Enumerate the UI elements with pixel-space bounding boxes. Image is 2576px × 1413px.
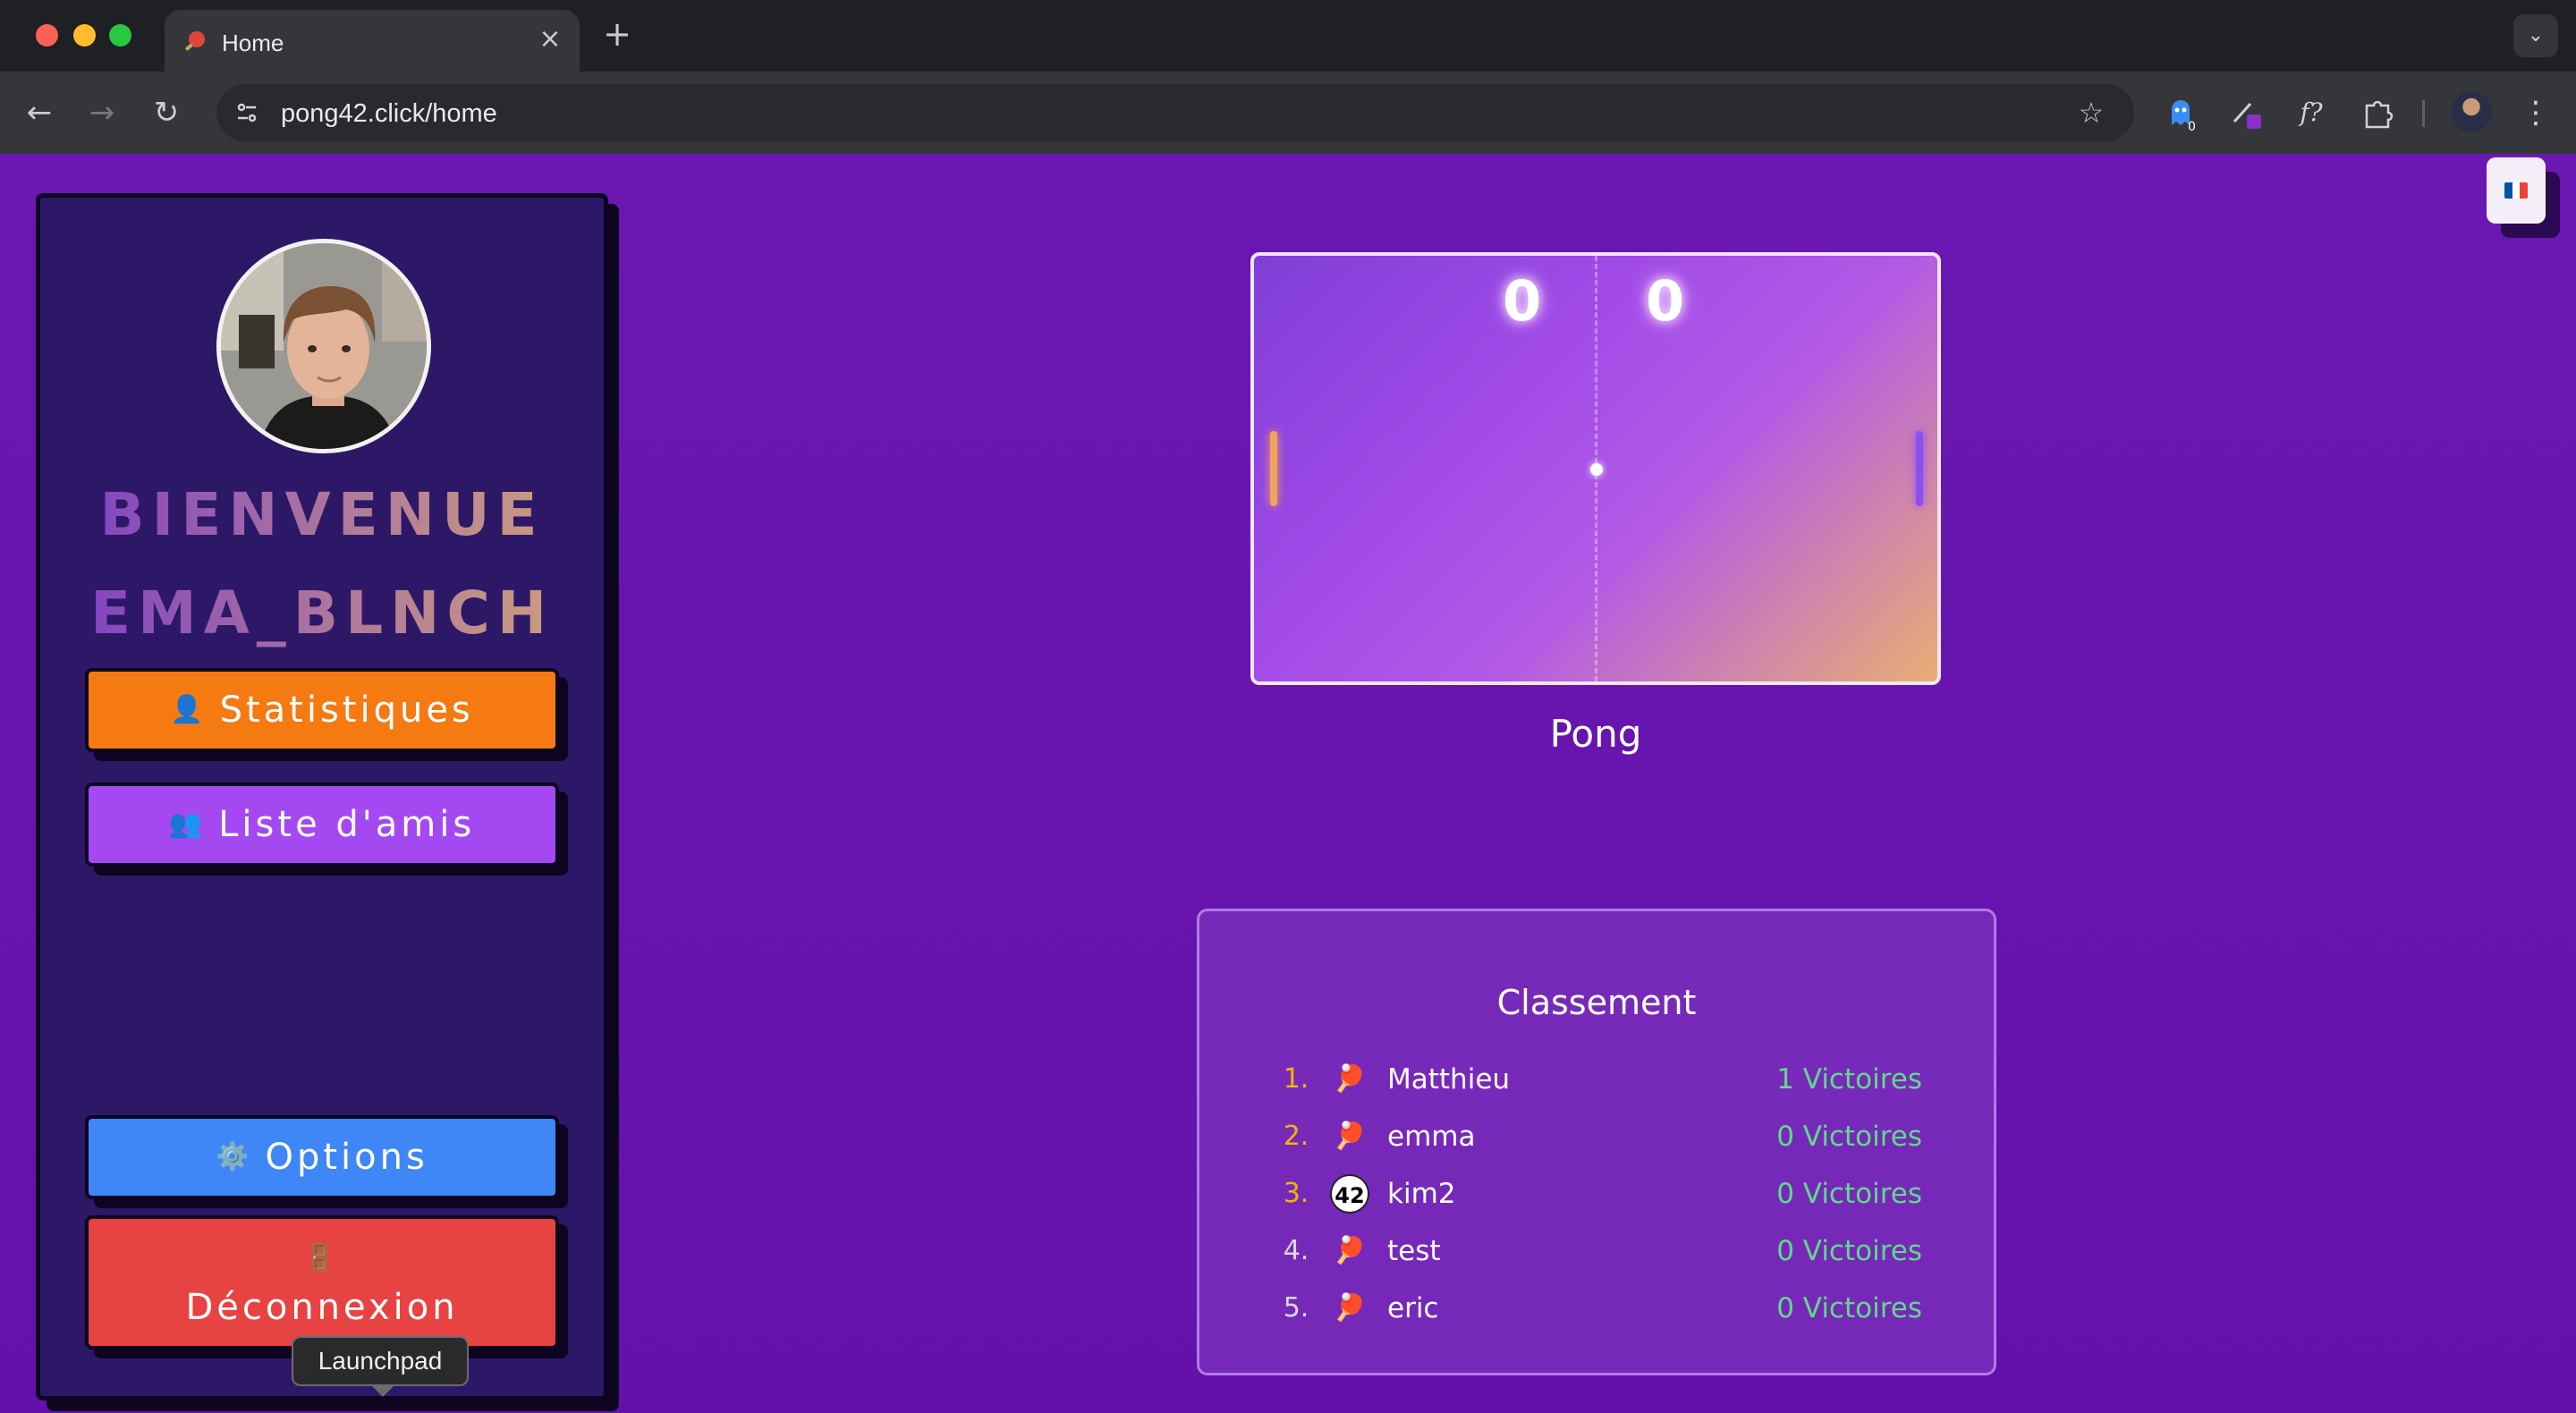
extensions-puzzle-icon[interactable] — [2358, 93, 2397, 132]
leaderboard-row[interactable]: 4. 🏓 test 0 Victoires — [1199, 1226, 1994, 1276]
leaderboard-row[interactable]: 2. 🏓 emma 0 Victoires — [1199, 1112, 1994, 1162]
pong-game-preview[interactable]: 0 0 — [1250, 252, 1941, 685]
leaderboard: Classement 1. 🏓 Matthieu 1 Victoires 2. … — [1197, 909, 1996, 1375]
forward-arrow-icon[interactable]: → — [82, 93, 122, 132]
browser-tab-home[interactable]: Home × — [165, 10, 580, 72]
options-button[interactable]: ⚙️ Options — [85, 1115, 559, 1199]
door-icon: 🚪 — [303, 1242, 341, 1273]
sidebar: BIENVENUE EMA_BLNCH 👤 Statistiques 👥 Liste… — [36, 193, 608, 1400]
font-finder-extension-icon[interactable]: f? — [2292, 93, 2331, 132]
tab-title: Home — [222, 30, 284, 56]
player-name: test — [1387, 1235, 1441, 1267]
player-wins: 0 Victoires — [1776, 1121, 1922, 1153]
users-icon: 👥 — [168, 808, 203, 840]
left-paddle — [1270, 431, 1277, 506]
ghost-extension-icon[interactable]: 0 — [2161, 93, 2200, 132]
right-paddle — [1916, 431, 1923, 506]
logout-button[interactable]: 🚪 Déconnexion — [85, 1215, 559, 1350]
statistics-button[interactable]: 👤 Statistiques — [85, 668, 559, 752]
player-name: Matthieu — [1387, 1063, 1511, 1096]
rank-number: 5. — [1283, 1292, 1309, 1324]
ping-pong-paddle-icon: 🏓 — [1333, 1292, 1367, 1324]
back-arrow-icon[interactable]: ← — [20, 93, 59, 132]
player-wins: 0 Victoires — [1776, 1292, 1922, 1324]
leaderboard-row[interactable]: 1. 🏓 Matthieu 1 Victoires — [1199, 1054, 1994, 1104]
bookmark-star-icon[interactable]: ☆ — [2072, 93, 2111, 132]
page-content: BIENVENUE EMA_BLNCH 👤 Statistiques 👥 Liste… — [0, 154, 2576, 1413]
browser-tab-bar: Home × + ⌄ — [0, 0, 2576, 72]
leaderboard-row[interactable]: 5. 🏓 eric 0 Victoires — [1199, 1283, 1994, 1333]
pong-game-label[interactable]: Pong — [1250, 712, 1941, 756]
french-flag-icon — [2504, 182, 2528, 199]
avatar-photo — [221, 243, 427, 449]
player-wins: 0 Victoires — [1776, 1178, 1922, 1210]
rank-number: 3. — [1283, 1178, 1309, 1209]
language-switch-button[interactable] — [2487, 157, 2546, 224]
toolbar-divider — [2422, 100, 2425, 127]
logout-label: Déconnexion — [185, 1287, 459, 1328]
user-icon: 👤 — [170, 694, 204, 725]
player-wins: 0 Victoires — [1776, 1235, 1922, 1267]
friends-list-label: Liste d'amis — [218, 804, 476, 845]
ping-pong-paddle-icon: 🏓 — [1333, 1235, 1367, 1266]
rank-number: 4. — [1283, 1235, 1309, 1266]
close-window-button[interactable] — [36, 24, 58, 47]
42-logo-icon: 42 — [1330, 1174, 1369, 1214]
score-right: 0 — [1646, 268, 1685, 334]
browser-toolbar: ← → ↻ pong42.click/home ☆ 0 f? ⋮ — [0, 72, 2576, 154]
profile-avatar-icon[interactable] — [2451, 91, 2492, 132]
minimize-window-button[interactable] — [73, 24, 96, 47]
leaderboard-title: Classement — [1496, 983, 1697, 1022]
zoom-window-button[interactable] — [109, 24, 131, 47]
tab-close-icon[interactable]: × — [535, 24, 565, 55]
leaderboard-row[interactable]: 3. 42 kim2 0 Victoires — [1199, 1169, 1994, 1219]
site-settings-icon[interactable] — [227, 93, 267, 132]
ping-pong-paddle-icon: 🏓 — [1333, 1121, 1367, 1152]
player-name: kim2 — [1387, 1178, 1456, 1210]
url-text: pong42.click/home — [281, 99, 497, 128]
tab-search-chevron-icon[interactable]: ⌄ — [2513, 14, 2558, 57]
username-heading: EMA_BLNCH — [40, 579, 604, 647]
rank-number: 2. — [1283, 1121, 1309, 1152]
ball — [1590, 463, 1603, 476]
score-left: 0 — [1503, 268, 1542, 334]
color-picker-extension-icon[interactable] — [2227, 93, 2267, 132]
user-avatar[interactable] — [216, 239, 431, 453]
welcome-heading: BIENVENUE — [40, 480, 604, 549]
gear-icon: ⚙️ — [216, 1141, 250, 1172]
rank-number: 1. — [1283, 1063, 1309, 1095]
player-wins: 1 Victoires — [1776, 1063, 1922, 1096]
new-tab-button[interactable]: + — [597, 14, 637, 54]
ping-pong-favicon-icon — [185, 31, 205, 51]
launchpad-tooltip: Launchpad — [292, 1336, 469, 1397]
player-name: eric — [1387, 1292, 1439, 1324]
more-options-icon[interactable]: ⋮ — [2521, 93, 2551, 132]
address-bar[interactable]: pong42.click/home ☆ — [216, 84, 2134, 141]
reload-icon[interactable]: ↻ — [147, 93, 186, 132]
player-name: emma — [1387, 1121, 1476, 1153]
options-label: Options — [265, 1137, 428, 1178]
ping-pong-paddle-icon: 🏓 — [1333, 1063, 1367, 1095]
statistics-label: Statistiques — [219, 690, 474, 731]
extension-badge: 0 — [2188, 120, 2196, 132]
friends-list-button[interactable]: 👥 Liste d'amis — [85, 783, 559, 867]
